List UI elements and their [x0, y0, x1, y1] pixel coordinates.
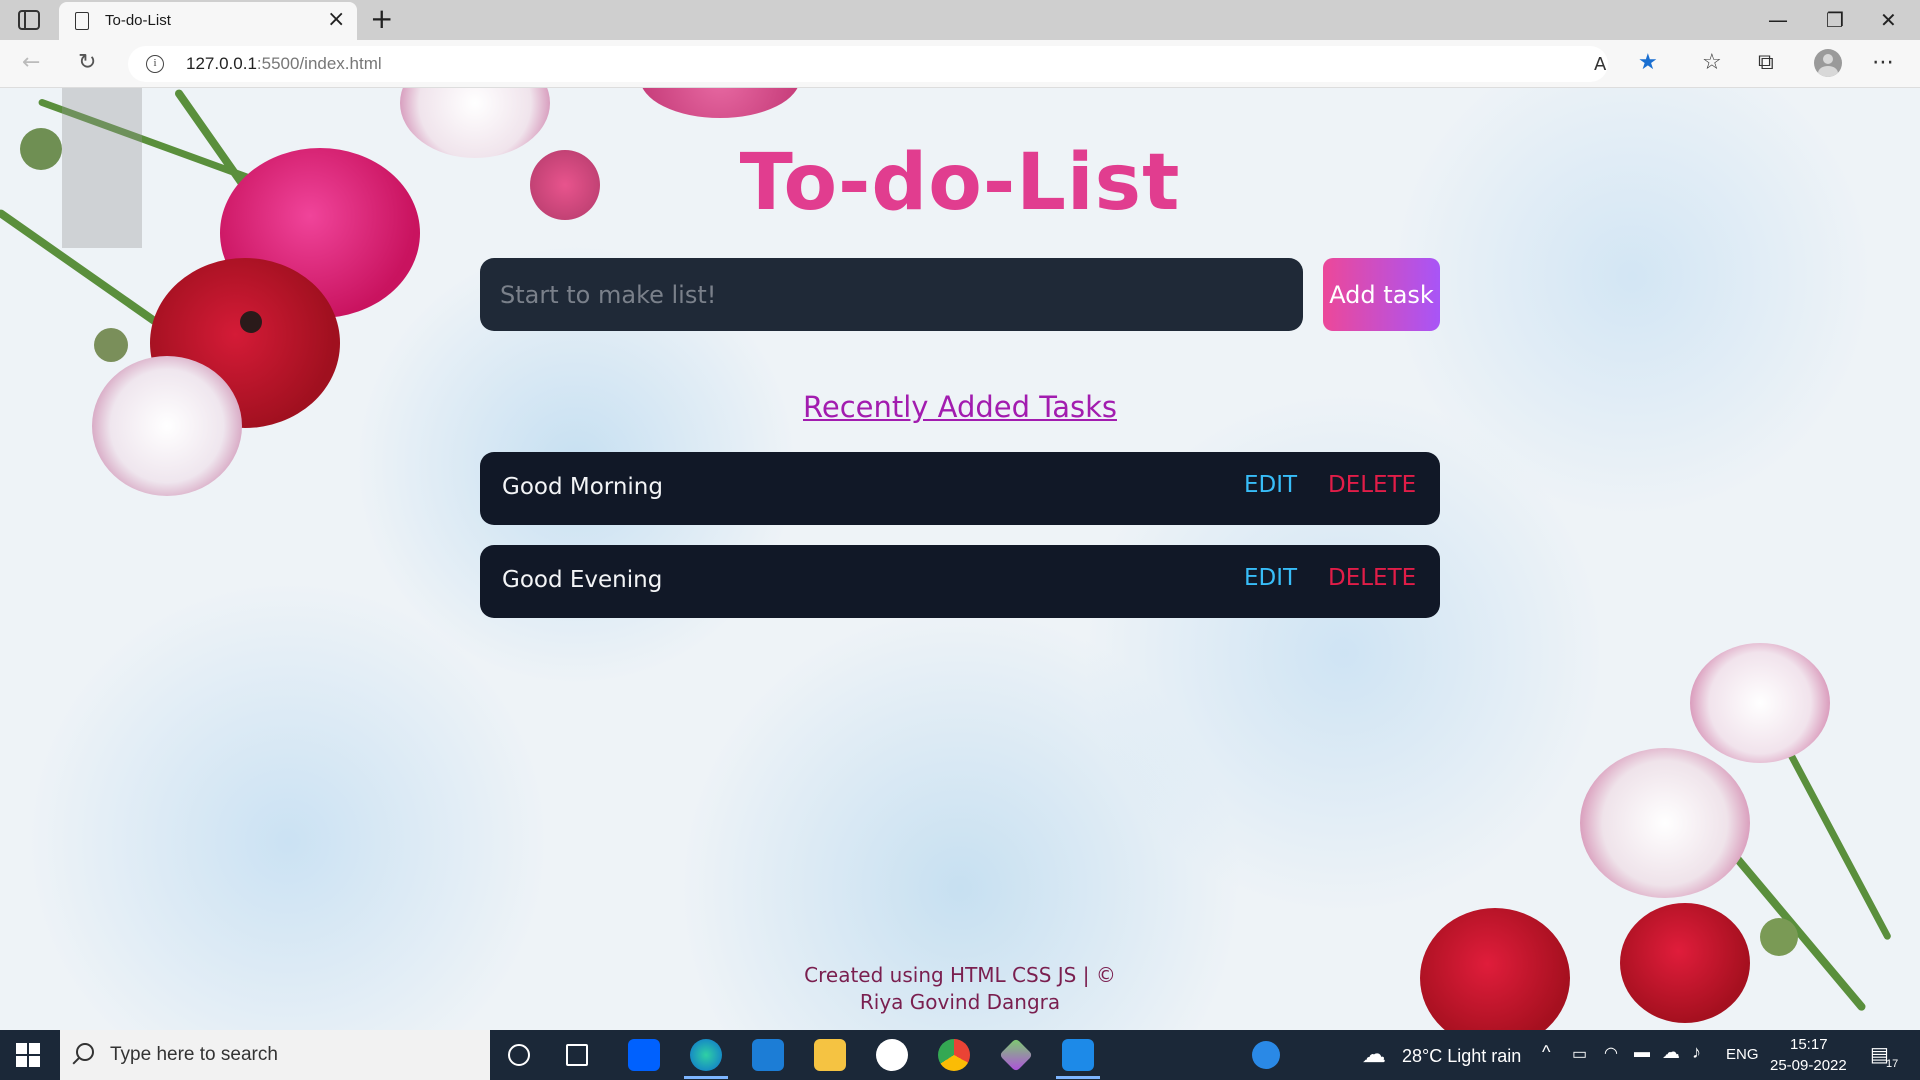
- task-item: Good Morning EDIT DELETE: [480, 452, 1440, 525]
- windows-start-icon[interactable]: [16, 1043, 40, 1067]
- new-tab-icon[interactable]: +: [370, 4, 393, 34]
- clock-date[interactable]: 25-09-2022: [1770, 1057, 1847, 1074]
- close-window-icon[interactable]: ✕: [1880, 8, 1897, 32]
- task-text: Good Evening: [502, 567, 663, 593]
- task-item: Good Evening EDIT DELETE: [480, 545, 1440, 618]
- page-icon: [75, 12, 89, 30]
- favorite-star-icon[interactable]: ★: [1638, 50, 1658, 76]
- app-icon[interactable]: [999, 1038, 1033, 1072]
- volume-icon[interactable]: ♪: [1692, 1042, 1701, 1063]
- battery-icon[interactable]: ▬: [1634, 1044, 1650, 1062]
- taskbar-search-placeholder: Type here to search: [110, 1044, 278, 1065]
- profile-avatar[interactable]: [1814, 49, 1842, 77]
- green-bud: [94, 328, 128, 362]
- url-field[interactable]: i 127.0.0.1:5500/index.html: [128, 46, 1608, 82]
- recent-tasks-heading[interactable]: Recently Added Tasks: [0, 390, 1920, 424]
- edit-task-button[interactable]: EDIT: [1244, 472, 1297, 498]
- url-path: :5500/index.html: [256, 54, 382, 73]
- active-app-indicator: [1056, 1076, 1100, 1079]
- onedrive-icon[interactable]: ☁: [1662, 1042, 1680, 1063]
- white-flower: [1580, 748, 1750, 898]
- flower-center: [240, 311, 262, 333]
- language-indicator[interactable]: ENG: [1726, 1046, 1759, 1063]
- browser-tab-bar: To-do-List × + — ❐ ✕: [0, 0, 1920, 40]
- cortana-icon[interactable]: [508, 1044, 530, 1066]
- search-icon: [76, 1043, 94, 1061]
- task-text: Good Morning: [502, 474, 663, 500]
- page-viewport: To-do-List Add task Recently Added Tasks…: [0, 88, 1920, 1030]
- close-tab-icon[interactable]: ×: [327, 8, 345, 32]
- white-flower: [1690, 643, 1830, 763]
- edit-task-button[interactable]: EDIT: [1244, 565, 1297, 591]
- chrome-icon[interactable]: [938, 1039, 970, 1071]
- help-icon[interactable]: [1252, 1041, 1280, 1069]
- weather-cloud-icon[interactable]: ☁: [1362, 1040, 1386, 1069]
- meet-icon[interactable]: ▭: [1572, 1044, 1587, 1064]
- dropbox-icon[interactable]: [628, 1039, 660, 1071]
- tab-title: To-do-List: [105, 12, 171, 29]
- github-icon[interactable]: [876, 1039, 908, 1071]
- footer-credit: Created using HTML CSS JS | ©: [804, 963, 1116, 987]
- favorites-icon[interactable]: ☆: [1702, 50, 1722, 76]
- notification-count: 17: [1886, 1058, 1899, 1070]
- pink-flower: [640, 88, 800, 118]
- browser-tab-active[interactable]: To-do-List ×: [59, 2, 357, 40]
- show-hidden-icons-icon[interactable]: ^: [1542, 1042, 1550, 1063]
- minimize-icon[interactable]: —: [1768, 8, 1788, 32]
- edge-icon[interactable]: [690, 1039, 722, 1071]
- tab-actions-icon[interactable]: [18, 10, 40, 30]
- restore-icon[interactable]: ❐: [1826, 8, 1844, 32]
- url-host: 127.0.0.1: [186, 54, 257, 73]
- vscode-icon[interactable]: [1062, 1039, 1094, 1071]
- mail-icon[interactable]: [752, 1039, 784, 1071]
- taskbar-search-box[interactable]: Type here to search: [60, 1030, 490, 1080]
- browser-address-bar: ← ↻ i 127.0.0.1:5500/index.html A ★ ☆ ⧉ …: [0, 40, 1920, 88]
- active-app-indicator: [684, 1076, 728, 1079]
- green-bud: [1760, 918, 1798, 956]
- site-info-icon[interactable]: i: [146, 55, 164, 73]
- task-input[interactable]: [480, 258, 1303, 331]
- task-view-icon[interactable]: [566, 1044, 588, 1066]
- refresh-icon[interactable]: ↻: [78, 50, 96, 76]
- file-explorer-icon[interactable]: [814, 1039, 846, 1071]
- footer-author: Riya Govind Dangra: [859, 990, 1061, 1014]
- wifi-icon[interactable]: ◠: [1604, 1043, 1618, 1063]
- white-flower: [92, 356, 242, 496]
- app-title: To-do-List: [739, 138, 1181, 228]
- url-text[interactable]: 127.0.0.1:5500/index.html: [186, 54, 382, 74]
- back-icon[interactable]: ←: [22, 50, 40, 76]
- delete-task-button[interactable]: DELETE: [1328, 565, 1416, 591]
- delete-task-button[interactable]: DELETE: [1328, 472, 1416, 498]
- collections-icon[interactable]: ⧉: [1758, 50, 1774, 76]
- more-menu-icon[interactable]: ⋯: [1872, 50, 1894, 76]
- add-task-button[interactable]: Add task: [1323, 258, 1440, 331]
- page-footer: Created using HTML CSS JS | © Riya Govin…: [0, 962, 1920, 1016]
- read-aloud-icon[interactable]: A: [1594, 52, 1606, 78]
- clock-time[interactable]: 15:17: [1790, 1036, 1828, 1053]
- windows-taskbar: Type here to search ☁ 28°C Light rain ^ …: [0, 1030, 1920, 1080]
- weather-text[interactable]: 28°C Light rain: [1402, 1046, 1521, 1067]
